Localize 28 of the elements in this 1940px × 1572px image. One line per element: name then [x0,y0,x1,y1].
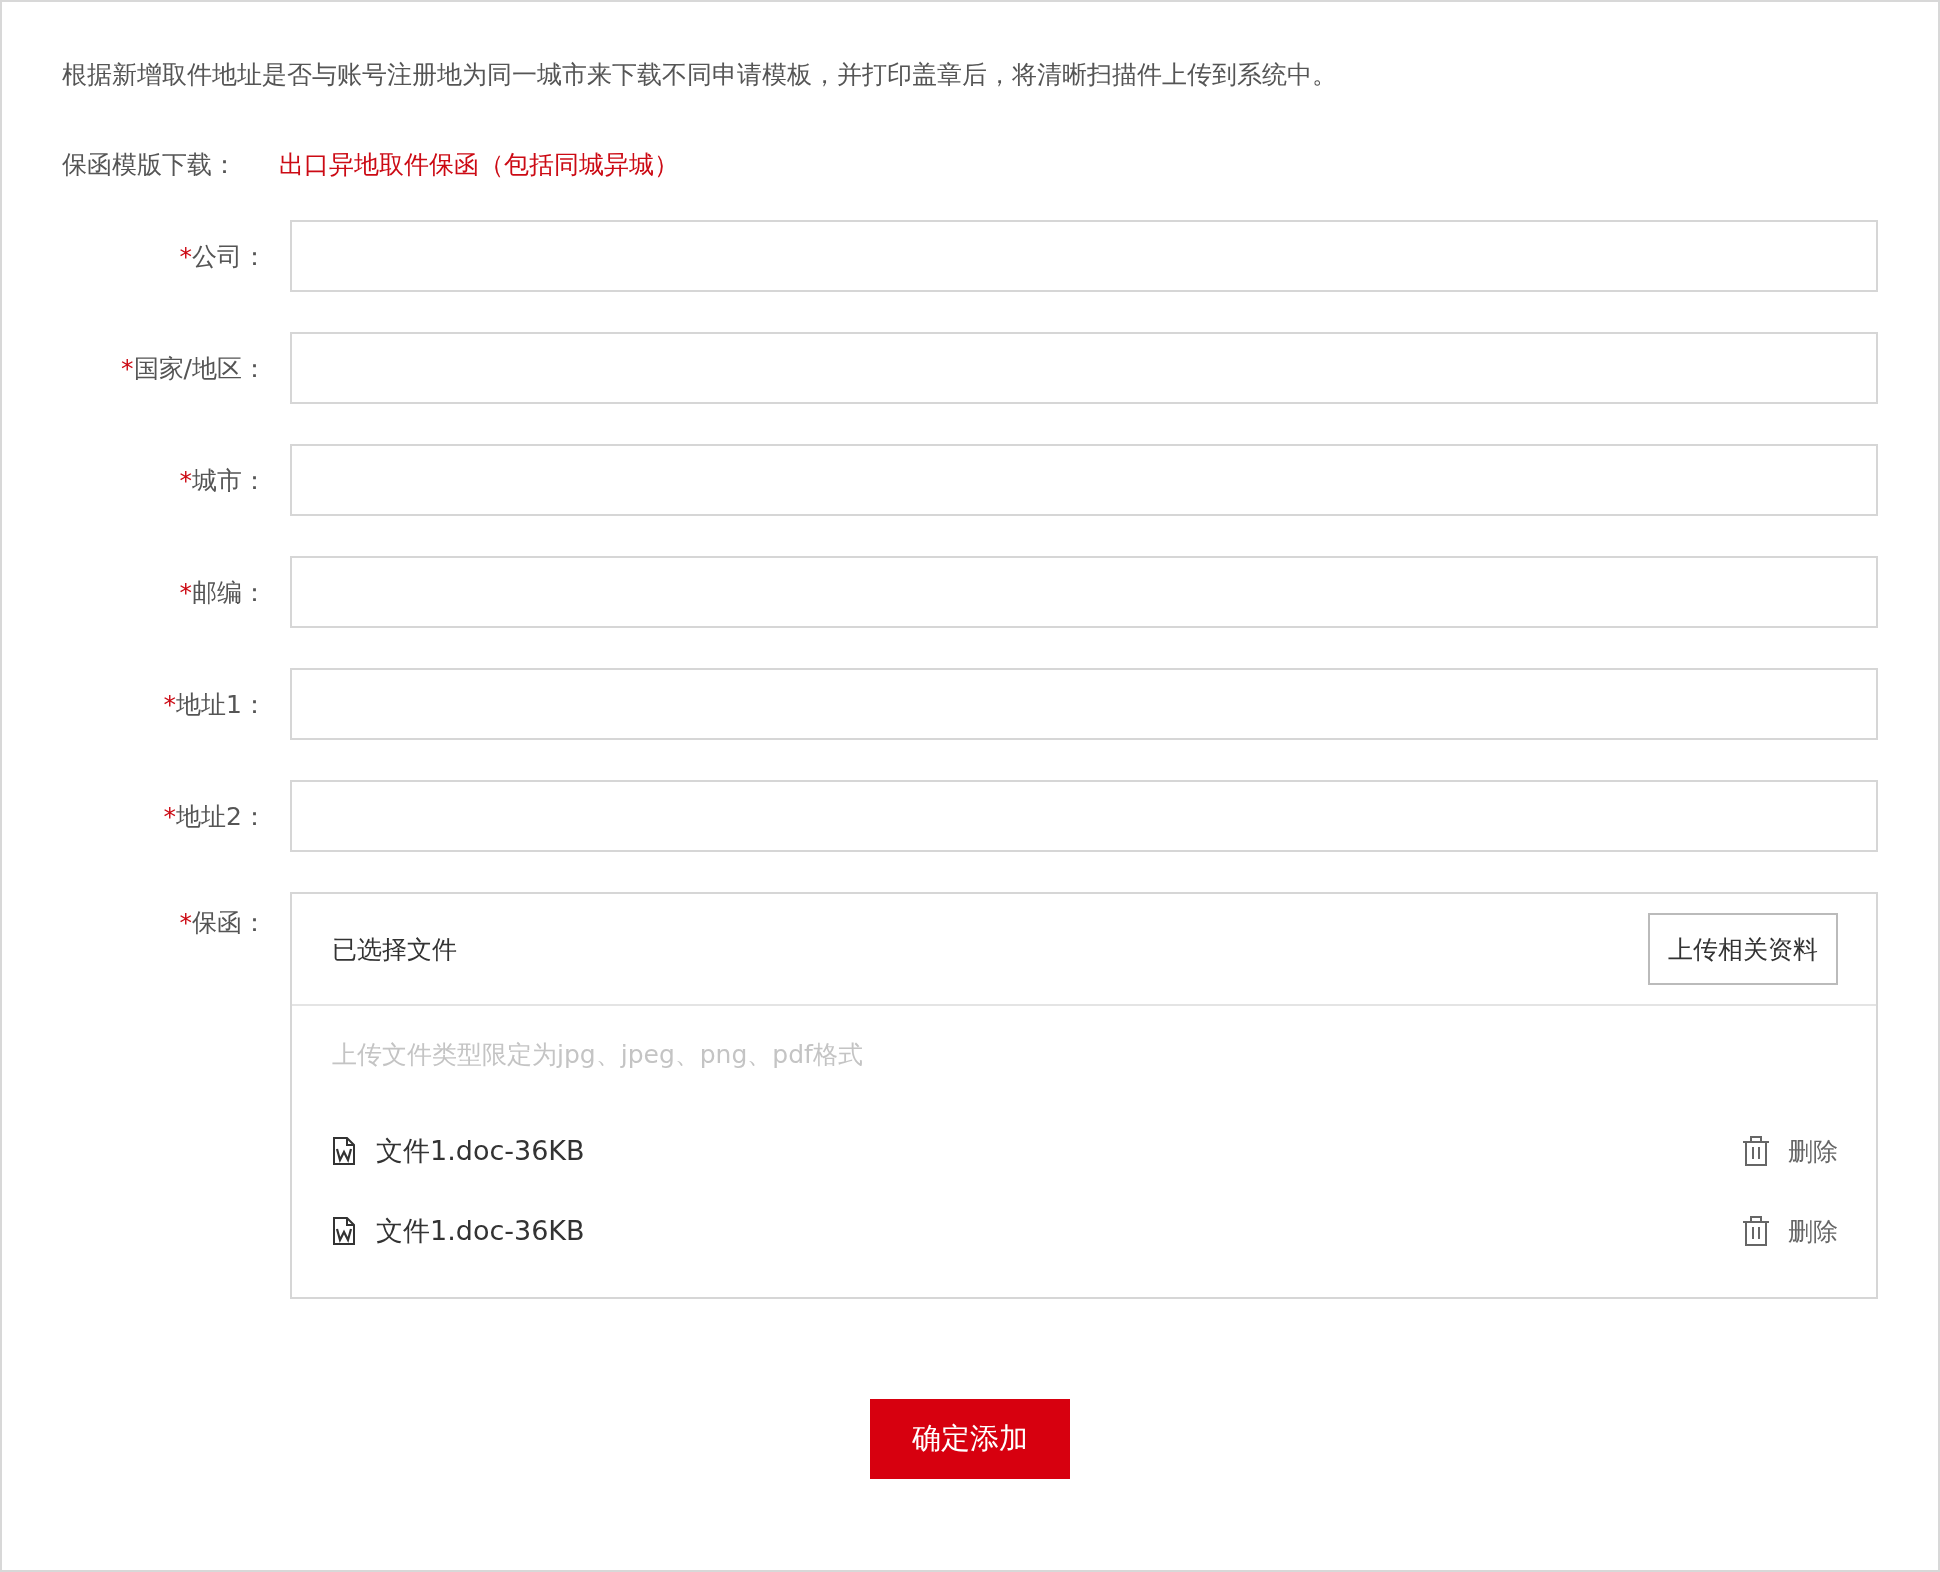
text-field[interactable] [290,332,1878,404]
trash-icon [1742,1135,1770,1167]
field-label: *地址2： [162,800,267,833]
field-label: *公司： [178,240,267,273]
selected-files-title: 已选择文件 [332,933,457,966]
delete-button[interactable]: 删除 [1742,1134,1838,1168]
field-label: *保函： [178,907,267,939]
text-field[interactable] [290,444,1878,516]
template-label: 保函模版下载： [62,149,238,181]
field-label: *城市： [178,464,267,497]
delete-button[interactable]: 删除 [1742,1214,1838,1248]
template-download-link[interactable]: 出口异地取件保函（包括同城异城） [279,144,679,186]
field-label: *国家/地区： [120,352,267,385]
field-label: *地址1： [162,688,267,721]
file-name: 文件1.doc-36KB [376,1134,585,1168]
text-field[interactable] [290,780,1878,852]
intro-text: 根据新增取件地址是否与账号注册地为同一城市来下载不同申请模板，并打印盖章后，将清晰扫描件上传到系统中。 [62,59,1338,91]
field-label: *邮编： [178,576,267,609]
submit-button[interactable]: 确定添加 [870,1399,1070,1479]
text-field[interactable] [290,556,1878,628]
word-file-icon [332,1217,356,1245]
word-file-icon [332,1137,356,1165]
file-type-hint: 上传文件类型限定为jpg、jpeg、png、pdf格式 [332,1039,864,1071]
text-field[interactable] [290,220,1878,292]
text-field[interactable] [290,668,1878,740]
trash-icon [1742,1215,1770,1247]
upload-button[interactable]: 上传相关资料 [1648,913,1838,985]
file-name: 文件1.doc-36KB [376,1214,585,1248]
